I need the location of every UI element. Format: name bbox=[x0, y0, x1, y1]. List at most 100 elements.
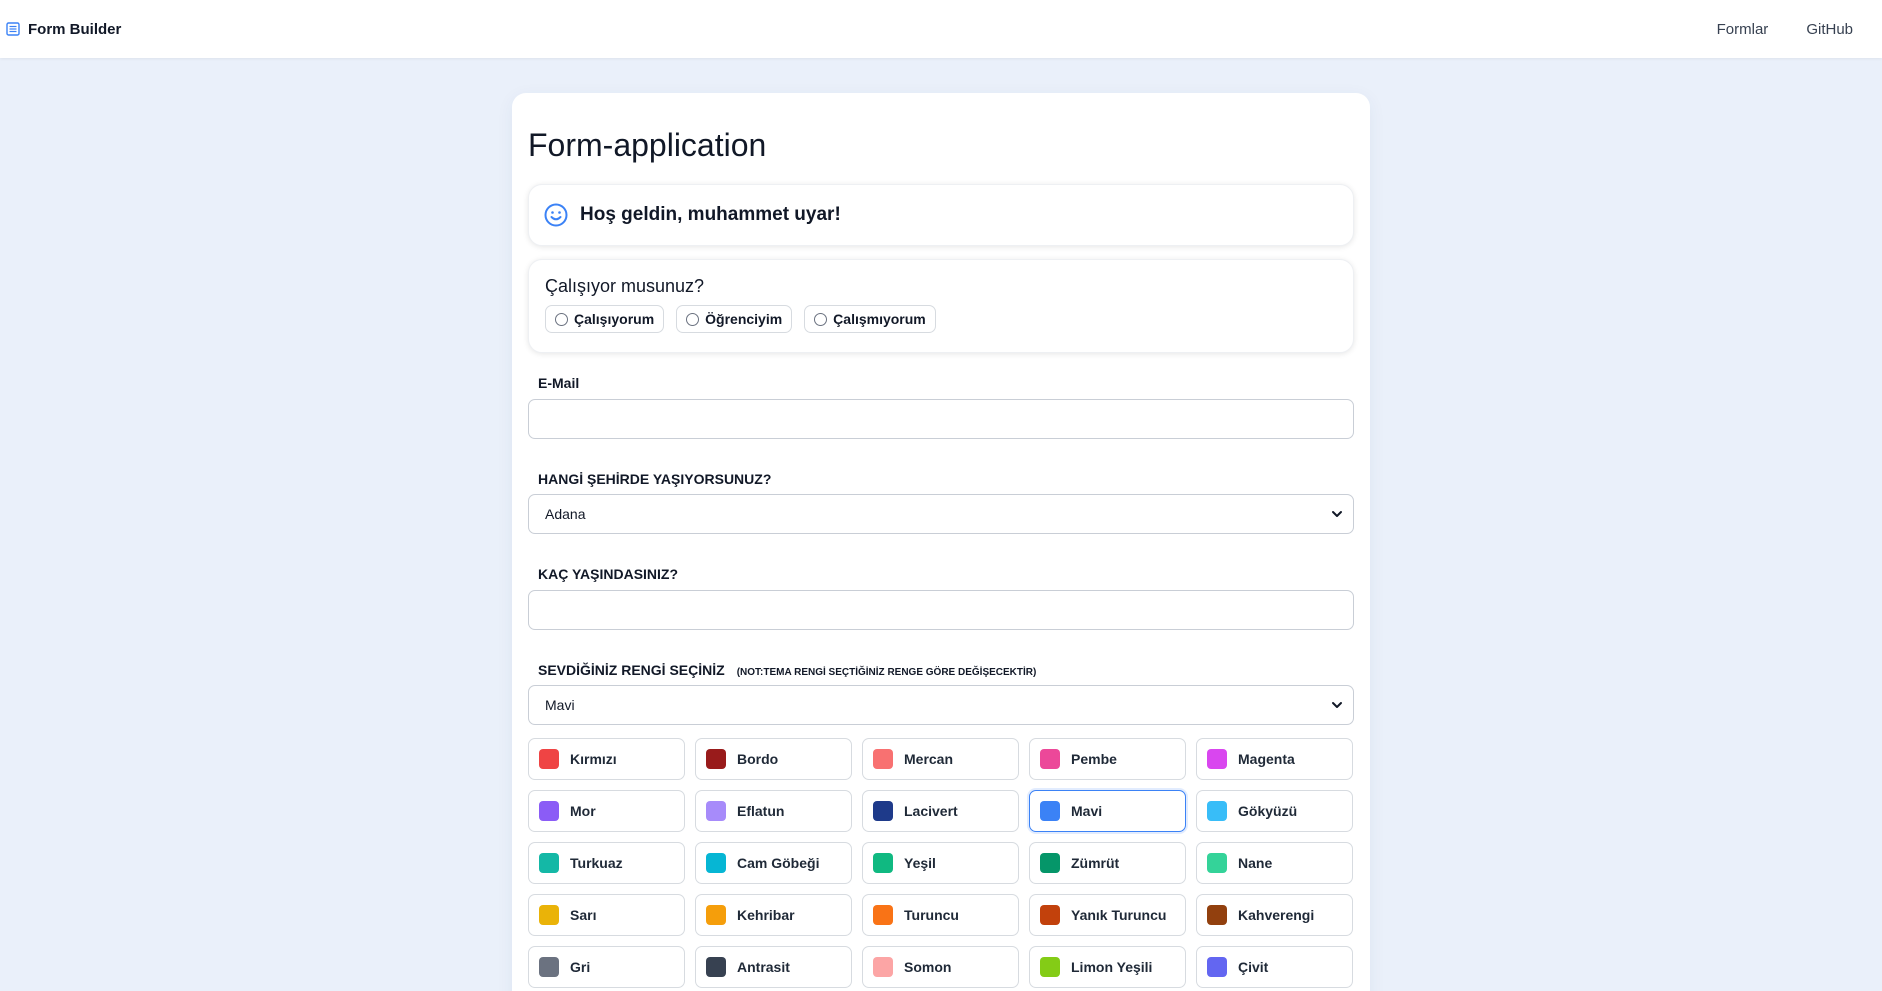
color-swatch bbox=[1040, 801, 1060, 821]
top-navbar: Form Builder Formlar GitHub bbox=[0, 0, 1882, 58]
color-option-label: Somon bbox=[904, 959, 952, 975]
color-option-label: Turuncu bbox=[904, 907, 959, 923]
color-option[interactable]: Pembe bbox=[1029, 738, 1186, 780]
radio-label: Çalışmıyorum bbox=[833, 311, 926, 327]
color-option[interactable]: Magenta bbox=[1196, 738, 1353, 780]
color-option[interactable]: Kırmızı bbox=[528, 738, 685, 780]
welcome-banner: Hoş geldin, muhammet uyar! bbox=[528, 184, 1354, 246]
color-swatch bbox=[873, 853, 893, 873]
employment-question: Çalışıyor musunuz? Çalışıyorum Öğrenciyi… bbox=[528, 259, 1354, 353]
color-option[interactable]: Turuncu bbox=[862, 894, 1019, 936]
color-option[interactable]: Kahverengi bbox=[1196, 894, 1353, 936]
city-select-value: Adana bbox=[545, 506, 586, 522]
color-option-label: Kehribar bbox=[737, 907, 795, 923]
color-swatch bbox=[873, 957, 893, 977]
color-option[interactable]: Cam Göbeği bbox=[695, 842, 852, 884]
employment-options: Çalışıyorum Öğrenciyim Çalışmıyorum bbox=[545, 305, 1337, 333]
color-option-label: Bordo bbox=[737, 751, 779, 767]
brand[interactable]: Form Builder bbox=[6, 21, 121, 38]
brand-label: Form Builder bbox=[28, 20, 122, 38]
color-option[interactable]: Turkuaz bbox=[528, 842, 685, 884]
color-option[interactable]: Mavi bbox=[1029, 790, 1186, 832]
color-option-label: Sarı bbox=[570, 907, 597, 923]
form-icon bbox=[6, 22, 20, 36]
color-swatch bbox=[1207, 957, 1227, 977]
color-swatch bbox=[1207, 801, 1227, 821]
radio-option-calismiyorum[interactable]: Çalışmıyorum bbox=[804, 305, 936, 333]
color-option[interactable]: Eflatun bbox=[695, 790, 852, 832]
color-swatch bbox=[1040, 957, 1060, 977]
color-swatch bbox=[1207, 749, 1227, 769]
radio-option-calisiyorum[interactable]: Çalışıyorum bbox=[545, 305, 665, 333]
color-option-label: Mavi bbox=[1071, 803, 1103, 819]
color-option-label: Mor bbox=[570, 803, 596, 819]
age-field[interactable] bbox=[528, 590, 1354, 630]
color-option-label: Gri bbox=[570, 959, 591, 975]
color-option-label: Yanık Turuncu bbox=[1071, 907, 1167, 923]
welcome-text: Hoş geldin, muhammet uyar! bbox=[580, 204, 841, 225]
color-option-label: Antrasit bbox=[737, 959, 790, 975]
color-option-label: Nane bbox=[1238, 855, 1273, 871]
color-swatch bbox=[873, 801, 893, 821]
smile-icon bbox=[544, 203, 568, 227]
color-option-label: Turkuaz bbox=[570, 855, 623, 871]
radio-label: Çalışıyorum bbox=[574, 311, 655, 327]
color-swatch bbox=[706, 957, 726, 977]
color-swatch bbox=[539, 905, 559, 925]
color-swatch bbox=[1040, 749, 1060, 769]
color-swatch bbox=[706, 853, 726, 873]
color-option-label: Limon Yeşili bbox=[1071, 959, 1153, 975]
color-option-label: Kahverengi bbox=[1238, 907, 1315, 923]
color-option[interactable]: Somon bbox=[862, 946, 1019, 988]
form-title: Form-application bbox=[528, 127, 767, 163]
color-option[interactable]: Nane bbox=[1196, 842, 1353, 884]
form-card: Form-application Hoş geldin, muhammet uy… bbox=[512, 93, 1370, 991]
color-swatch bbox=[1207, 905, 1227, 925]
color-select[interactable]: Mavi bbox=[528, 685, 1354, 725]
color-option-label: Cam Göbeği bbox=[737, 855, 820, 871]
nav-links: Formlar GitHub bbox=[1717, 21, 1853, 38]
color-swatch bbox=[706, 905, 726, 925]
color-option[interactable]: Lacivert bbox=[862, 790, 1019, 832]
color-option[interactable]: Antrasit bbox=[695, 946, 852, 988]
radio-button[interactable] bbox=[686, 312, 700, 326]
nav-link-formlar[interactable]: Formlar bbox=[1717, 21, 1769, 38]
radio-button[interactable] bbox=[555, 312, 568, 326]
color-option-label: Zümrüt bbox=[1071, 855, 1120, 871]
radio-button[interactable] bbox=[814, 312, 828, 326]
color-swatch bbox=[873, 905, 893, 925]
color-label: SEVDİĞİNİZ RENGİ SEÇİNİZ bbox=[538, 662, 725, 678]
nav-link-github[interactable]: GitHub bbox=[1806, 21, 1853, 38]
color-option[interactable]: Gökyüzü bbox=[1196, 790, 1353, 832]
color-swatch bbox=[539, 957, 559, 977]
color-option[interactable]: Mercan bbox=[862, 738, 1019, 780]
color-option[interactable]: Mor bbox=[528, 790, 685, 832]
color-option-label: Mercan bbox=[904, 751, 954, 767]
color-swatch bbox=[706, 801, 726, 821]
chevron-down-icon bbox=[1332, 511, 1342, 517]
color-option-label: Magenta bbox=[1238, 751, 1295, 767]
color-option-label: Yeşil bbox=[904, 855, 936, 871]
color-option[interactable]: Gri bbox=[528, 946, 685, 988]
color-swatch bbox=[539, 801, 559, 821]
email-field[interactable] bbox=[528, 399, 1354, 439]
color-option[interactable]: Yeşil bbox=[862, 842, 1019, 884]
color-option-label: Lacivert bbox=[904, 803, 958, 819]
color-note: (NOT:TEMA RENGİ SEÇTİĞİNİZ RENGE GÖRE DE… bbox=[736, 667, 1037, 678]
color-option[interactable]: Sarı bbox=[528, 894, 685, 936]
employment-question-title: Çalışıyor musunuz? bbox=[545, 276, 705, 296]
age-label: KAÇ YAŞINDASINIZ? bbox=[538, 566, 679, 582]
city-label: HANGİ ŞEHİRDE YAŞIYORSUNUZ? bbox=[538, 471, 772, 487]
radio-option-ogrenciyim[interactable]: Öğrenciyim bbox=[676, 305, 793, 333]
city-select[interactable]: Adana bbox=[528, 494, 1354, 534]
color-option[interactable]: Limon Yeşili bbox=[1029, 946, 1186, 988]
color-option[interactable]: Bordo bbox=[695, 738, 852, 780]
color-option[interactable]: Zümrüt bbox=[1029, 842, 1186, 884]
color-option[interactable]: Yanık Turuncu bbox=[1029, 894, 1186, 936]
color-swatch bbox=[539, 749, 559, 769]
color-option[interactable]: Kehribar bbox=[695, 894, 852, 936]
color-swatch-grid: Kırmızı Bordo Mercan Pembe Magenta Mor Eflatun… bbox=[528, 738, 1354, 988]
color-swatch bbox=[873, 749, 893, 769]
chevron-down-icon bbox=[1332, 702, 1342, 708]
color-option[interactable]: Çivit bbox=[1196, 946, 1353, 988]
